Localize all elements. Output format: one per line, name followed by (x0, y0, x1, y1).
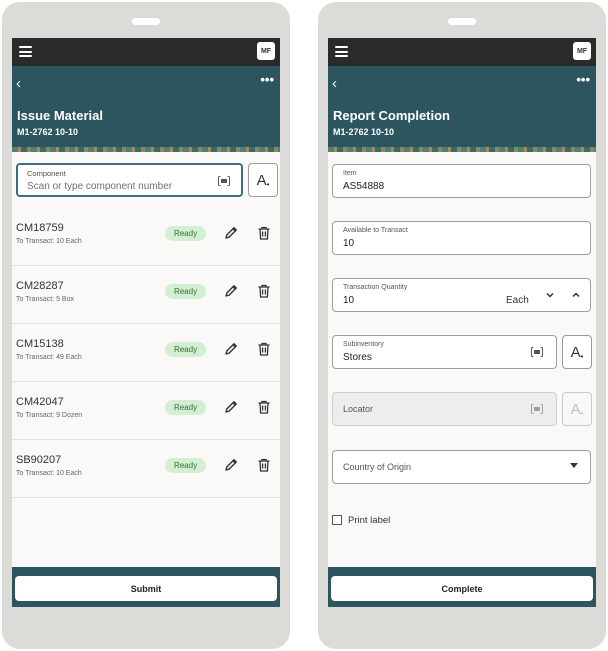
caret-down-icon (570, 463, 578, 468)
item-field[interactable]: Item AS54888 (332, 164, 591, 198)
trash-icon[interactable] (256, 341, 272, 357)
text-size-icon[interactable]: A • (562, 335, 592, 369)
subinventory-label: Subinventory (343, 341, 384, 348)
quantity-uom[interactable]: Each (506, 295, 529, 306)
page-header: ‹ ••• Issue Material M1-2762 10-10 (12, 66, 280, 152)
component-input[interactable]: Component Scan or type component number (16, 163, 243, 197)
item-code: CM15138 (16, 338, 64, 350)
quantity-value: 10 (343, 295, 355, 306)
available-field[interactable]: Available to Transact 10 (332, 221, 591, 255)
text-size-icon[interactable]: A • (248, 163, 278, 197)
text-size-icon: A • (562, 392, 592, 426)
report-completion-screen: MF ‹ ••• Report Completion M1-2762 10-10… (328, 38, 596, 607)
locator-field[interactable]: Locator (332, 392, 557, 426)
item-label: Item (343, 170, 357, 177)
component-label: Component (27, 169, 66, 178)
barcode-scan-icon[interactable] (218, 176, 230, 186)
pencil-icon[interactable] (223, 225, 239, 241)
country-of-origin-select[interactable]: Country of Origin (332, 450, 591, 484)
avatar[interactable]: MF (573, 42, 591, 60)
item-code: CM18759 (16, 222, 64, 234)
complete-button[interactable]: Complete (331, 576, 593, 601)
locator-label: Locator (343, 404, 374, 414)
page-title: Report Completion (333, 108, 450, 123)
list-item[interactable]: CM18759 To Transact: 10 Each Ready (12, 208, 280, 266)
print-label-row[interactable]: Print label (332, 513, 390, 527)
page-header: ‹ ••• Report Completion M1-2762 10-10 (328, 66, 596, 152)
chevron-left-icon[interactable]: ‹ (332, 76, 337, 91)
item-detail: To Transact: 10 Each (16, 470, 82, 477)
app-bar: MF (328, 38, 596, 66)
print-label-checkbox[interactable] (332, 515, 342, 525)
subinventory-value: Stores (343, 352, 372, 363)
phone-speaker (448, 18, 476, 25)
barcode-scan-icon (531, 404, 543, 414)
status-badge: Ready (165, 284, 206, 299)
chevron-up-icon[interactable] (571, 290, 581, 300)
available-value: 10 (343, 238, 355, 249)
phone-speaker (132, 18, 160, 25)
item-detail: To Transact: 49 Each (16, 354, 82, 361)
header-pattern (12, 147, 280, 152)
trash-icon[interactable] (256, 399, 272, 415)
header-pattern (328, 147, 596, 152)
pencil-icon[interactable] (223, 341, 239, 357)
chevron-left-icon[interactable]: ‹ (16, 76, 21, 91)
component-list: CM18759 To Transact: 10 Each Ready CM282… (12, 208, 280, 498)
page-title: Issue Material (17, 108, 103, 123)
pencil-icon[interactable] (223, 283, 239, 299)
item-value: AS54888 (343, 181, 385, 192)
quantity-field[interactable]: Transaction Quantity 10 Each (332, 278, 591, 312)
list-item[interactable]: SB90207 To Transact: 10 Each Ready (12, 440, 280, 498)
app-bar: MF (12, 38, 280, 66)
hamburger-icon[interactable] (19, 46, 32, 57)
trash-icon[interactable] (256, 225, 272, 241)
status-badge: Ready (165, 342, 206, 357)
item-code: CM28287 (16, 280, 64, 292)
trash-icon[interactable] (256, 283, 272, 299)
status-badge: Ready (165, 458, 206, 473)
component-row: Component Scan or type component number … (16, 163, 278, 197)
trash-icon[interactable] (256, 457, 272, 473)
list-item[interactable]: CM42047 To Transact: 9 Dozen Ready (12, 382, 280, 440)
quantity-label: Transaction Quantity (343, 284, 408, 291)
submit-button[interactable]: Submit (15, 576, 277, 601)
barcode-scan-icon[interactable] (531, 347, 543, 357)
component-placeholder: Scan or type component number (27, 181, 173, 192)
item-code: CM42047 (16, 396, 64, 408)
subinventory-field[interactable]: Subinventory Stores (332, 335, 557, 369)
country-label: Country of Origin (343, 462, 412, 472)
page-subtitle: M1-2762 10-10 (333, 127, 395, 137)
pencil-icon[interactable] (223, 399, 239, 415)
hamburger-icon[interactable] (335, 46, 348, 57)
phone-issue-material: MF ‹ ••• Issue Material M1-2762 10-10 Co… (2, 2, 290, 649)
status-badge: Ready (165, 400, 206, 415)
footer-bar: Submit (12, 567, 280, 607)
issue-material-screen: MF ‹ ••• Issue Material M1-2762 10-10 Co… (12, 38, 280, 607)
item-detail: To Transact: 10 Each (16, 238, 82, 245)
footer-bar: Complete (328, 567, 596, 607)
available-label: Available to Transact (343, 227, 408, 234)
avatar[interactable]: MF (257, 42, 275, 60)
item-detail: To Transact: 9 Dozen (16, 412, 83, 419)
ellipsis-icon[interactable]: ••• (260, 72, 274, 87)
item-detail: To Transact: 5 Box (16, 296, 74, 303)
chevron-down-icon[interactable] (545, 290, 555, 300)
print-label-text: Print label (348, 514, 391, 526)
ellipsis-icon[interactable]: ••• (576, 72, 590, 87)
list-item[interactable]: CM28287 To Transact: 5 Box Ready (12, 266, 280, 324)
item-code: SB90207 (16, 454, 62, 466)
status-badge: Ready (165, 226, 206, 241)
list-item[interactable]: CM15138 To Transact: 49 Each Ready (12, 324, 280, 382)
page-subtitle: M1-2762 10-10 (17, 127, 79, 137)
phone-report-completion: MF ‹ ••• Report Completion M1-2762 10-10… (318, 2, 606, 649)
pencil-icon[interactable] (223, 457, 239, 473)
